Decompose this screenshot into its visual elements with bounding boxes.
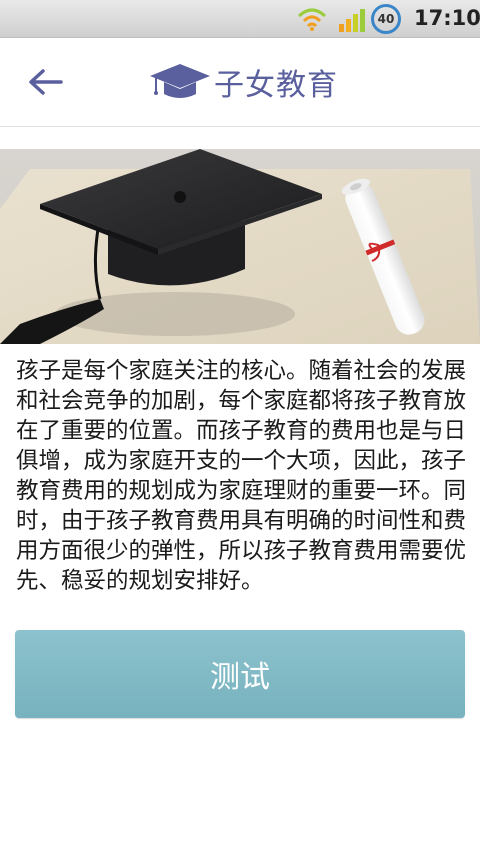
wifi-icon [297, 8, 327, 31]
intro-text: 孩子是每个家庭关注的核心。随着社会的发展和社会竞争的加剧，每个家庭都将孩子教育放… [16, 358, 467, 594]
app-logo: 子女教育 [148, 60, 338, 104]
test-button-label: 测试 [210, 660, 270, 695]
app-header: 子女教育 [0, 38, 480, 127]
status-time: 17:10 [414, 6, 480, 30]
graduation-cap-icon [150, 64, 210, 98]
hero-image [0, 149, 480, 344]
status-bar: 40 17:10 [0, 0, 480, 38]
signal-icon [339, 9, 365, 32]
battery-level: 40 [377, 12, 395, 26]
test-button[interactable]: 测试 [15, 630, 465, 718]
arrow-left-icon [29, 69, 63, 95]
battery-icon: 40 [371, 4, 401, 34]
graduation-cap-and-diploma-photo [0, 149, 480, 344]
app-title: 子女教育 [214, 68, 338, 103]
back-button[interactable] [22, 62, 68, 102]
